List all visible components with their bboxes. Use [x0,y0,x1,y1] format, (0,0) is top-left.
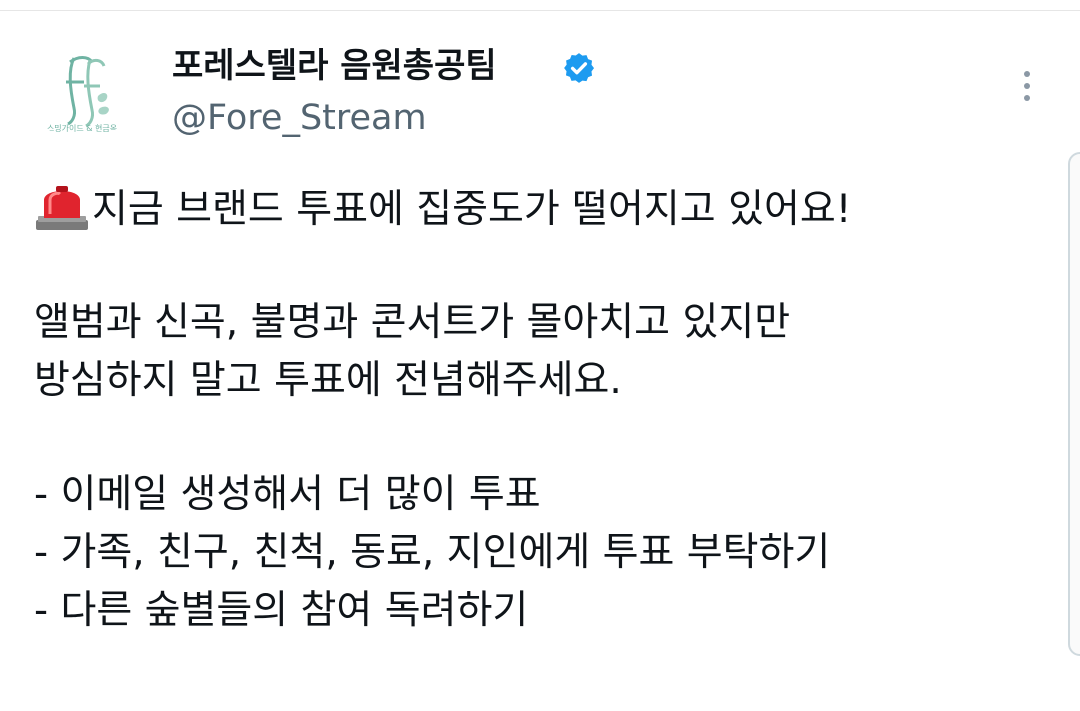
avatar[interactable]: 스밍가이드 & 현금옥 [30,38,134,142]
tweet-text: 지금 브랜드 투표에 집중도가 떨어지고 있어요! 앨범과 신곡, 불명과 콘서… [34,180,1054,640]
bullet-item: - 다른 숲별들의 참여 독려하기 [34,588,529,633]
handle[interactable]: @Fore_Stream [172,96,427,140]
tweet-line-1-text: 지금 브랜드 투표에 집중도가 떨어지고 있어요! [92,187,852,232]
verified-badge-icon [564,53,595,83]
siren-emoji-icon [36,186,88,230]
adjacent-card-edge [1068,152,1080,656]
tweet-line-3: 방심하지 말고 투표에 전념해주세요. [34,358,622,403]
avatar-caption: 스밍가이드 & 현금옥 [46,124,118,133]
top-divider [0,10,1080,11]
bullet-item: - 가족, 친구, 친척, 동료, 지인에게 투표 부탁하기 [34,530,831,575]
bullet-item: - 이메일 생성해서 더 많이 투표 [34,472,541,517]
tweet-line-1: 지금 브랜드 투표에 집중도가 떨어지고 있어요! [34,180,1054,238]
display-name[interactable]: 포레스텔라 음원총공팀 [172,44,497,88]
tweet-line-2: 앨범과 신곡, 불명과 콘서트가 몰아치고 있지만 [34,300,791,345]
more-vertical-icon[interactable] [1018,68,1036,104]
